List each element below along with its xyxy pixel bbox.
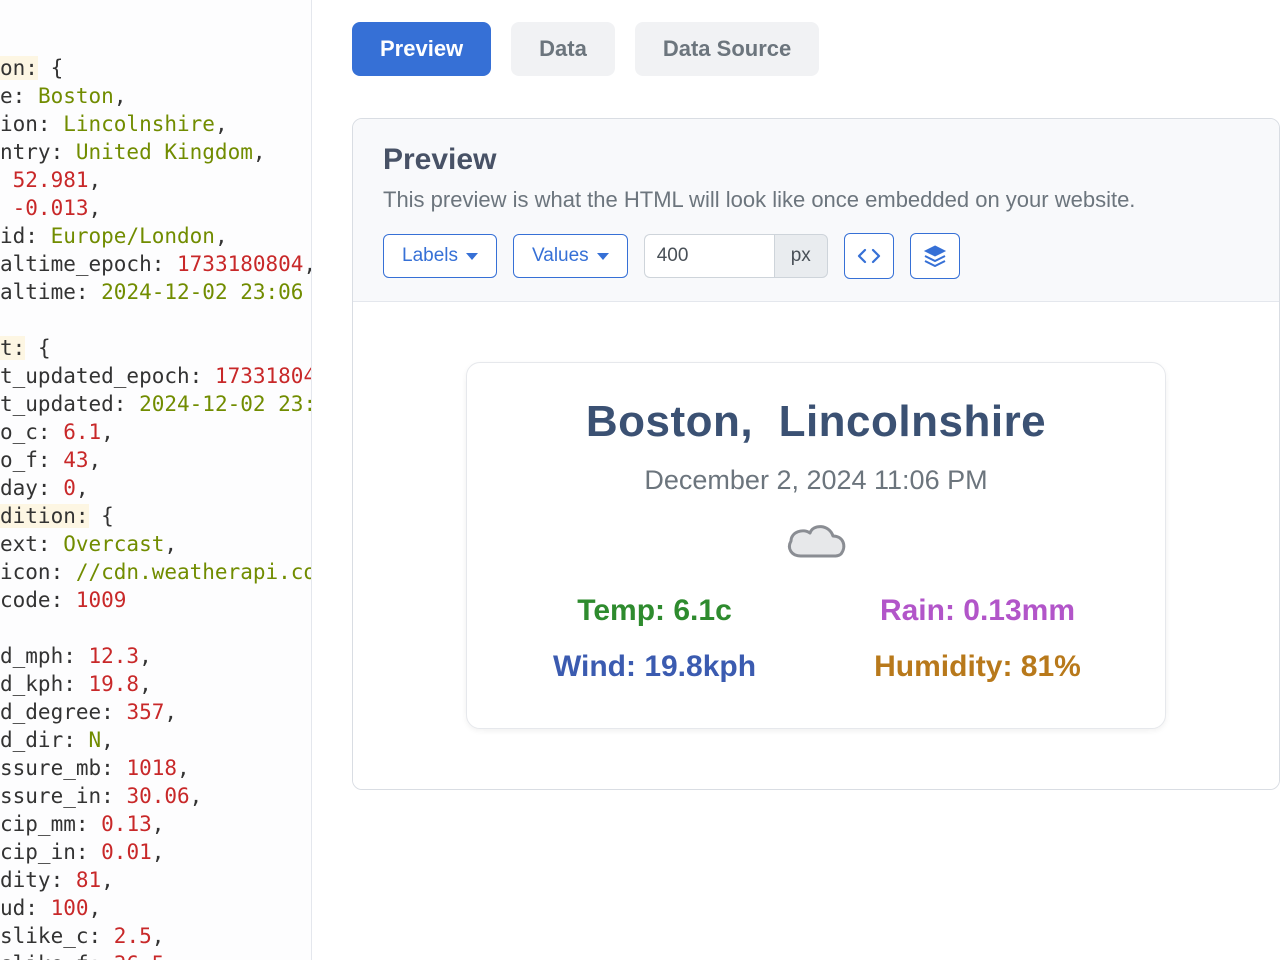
layers-button[interactable] (910, 233, 960, 279)
json-key: id: (0, 224, 38, 248)
weather-rain: Rain: 0.13mm (826, 594, 1129, 628)
tab-preview[interactable]: Preview (352, 22, 491, 76)
json-key: cip_in: (0, 840, 89, 864)
preview-subtitle: This preview is what the HTML will look … (383, 187, 1249, 213)
labels-dropdown[interactable]: Labels (383, 234, 497, 278)
width-unit-label: px (774, 234, 828, 278)
weather-temp: Temp: 6.1c (503, 594, 806, 628)
values-dropdown-label: Values (532, 245, 589, 267)
weather-datetime: December 2, 2024 11:06 PM (503, 465, 1129, 496)
tab-data[interactable]: Data (511, 22, 615, 76)
preview-header: Preview This preview is what the HTML wi… (353, 119, 1279, 302)
weather-stats-grid: Temp: 6.1c Rain: 0.13mm Wind: 19.8kph Hu… (503, 594, 1129, 684)
json-number: 52.981 (0, 168, 89, 192)
values-dropdown[interactable]: Values (513, 234, 628, 278)
cloud-icon (781, 516, 851, 566)
right-panel: Preview Data Data Source Preview This pr… (312, 0, 1280, 960)
chevron-down-icon (597, 253, 609, 260)
chevron-down-icon (466, 253, 478, 260)
json-key: d_degree: (0, 700, 114, 724)
json-key: e: (0, 84, 25, 108)
json-key: ssure_in: (0, 784, 114, 808)
json-number: -0.013 (0, 196, 89, 220)
json-key: o_c: (0, 420, 51, 444)
show-code-button[interactable] (844, 233, 894, 279)
json-key: dity: (0, 868, 63, 892)
json-key: altime_epoch: (0, 252, 164, 276)
weather-wind: Wind: 19.8kph (503, 650, 806, 684)
json-key: t_updated: (0, 392, 126, 416)
labels-dropdown-label: Labels (402, 245, 458, 267)
preview-box: Preview This preview is what the HTML wi… (352, 118, 1280, 790)
json-key: day: (0, 476, 51, 500)
weather-location: Boston, Lincolnshire (503, 397, 1129, 447)
preview-body: Boston, Lincolnshire December 2, 2024 11… (353, 302, 1279, 789)
weather-card: Boston, Lincolnshire December 2, 2024 11… (466, 362, 1166, 729)
json-key: ion: (0, 112, 51, 136)
json-key: cip_mm: (0, 812, 89, 836)
json-key: altime: (0, 280, 89, 304)
preview-title: Preview (383, 143, 1249, 177)
json-key: ud: (0, 896, 38, 920)
json-key: dition: (0, 504, 89, 528)
preview-toolbar: Labels Values px (383, 233, 1249, 279)
json-source-panel: on: { e: Boston, ion: Lincolnshire, ntry… (0, 0, 312, 960)
json-key: ext: (0, 532, 51, 556)
json-key: t_updated_epoch: (0, 364, 202, 388)
json-key: t: (0, 336, 25, 360)
json-key: ssure_mb: (0, 756, 114, 780)
json-key: slike_f: (0, 952, 101, 960)
tab-datasource[interactable]: Data Source (635, 22, 819, 76)
json-key: d_kph: (0, 672, 76, 696)
weather-region: Lincolnshire (779, 397, 1047, 446)
json-key: code: (0, 588, 63, 612)
tab-bar: Preview Data Data Source (352, 0, 1280, 76)
json-key: o_f: (0, 448, 51, 472)
layers-icon (923, 245, 947, 267)
json-key: d_mph: (0, 644, 76, 668)
weather-city: Boston, (586, 397, 753, 446)
json-key: d_dir: (0, 728, 76, 752)
weather-humidity: Humidity: 81% (826, 650, 1129, 684)
code-icon (857, 246, 881, 266)
width-input-group: px (644, 234, 828, 278)
json-key: icon: (0, 560, 63, 584)
json-key: on: (0, 56, 38, 80)
width-input[interactable] (644, 234, 774, 278)
weather-condition-icon-wrap (503, 516, 1129, 566)
json-key: slike_c: (0, 924, 101, 948)
json-key: ntry: (0, 140, 63, 164)
